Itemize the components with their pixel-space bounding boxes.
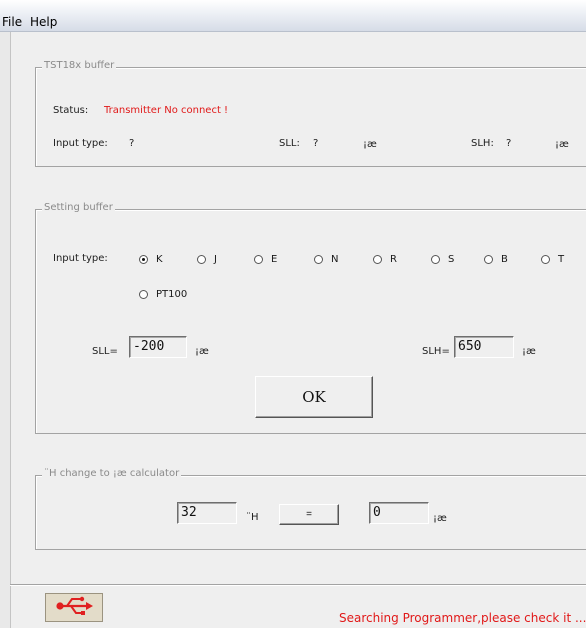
celsius-unit: ¡æ [433, 513, 447, 524]
setting-group-title: Setting buffer [42, 202, 115, 213]
buffer-slh-value: ? [506, 138, 512, 149]
radio-label: N [331, 254, 339, 265]
sll-input[interactable]: -200 [129, 336, 187, 358]
radio-type-e[interactable]: E [254, 254, 277, 265]
buffer-group-title: TST18x buffer [42, 60, 117, 71]
ok-button[interactable]: OK [255, 376, 373, 418]
radio-type-n[interactable]: N [314, 254, 338, 265]
radio-label: S [448, 254, 455, 265]
radio-circle [254, 255, 263, 264]
radio-circle [139, 255, 148, 264]
setting-input-type-label: Input type: [53, 253, 108, 264]
radio-type-t[interactable]: T [541, 254, 564, 265]
radio-label: PT100 [156, 289, 188, 300]
slh-input[interactable]: 650 [454, 336, 514, 358]
radio-label: K [156, 254, 163, 265]
celsius-output: 0 [369, 502, 429, 524]
radio-circle [431, 255, 440, 264]
radio-type-b[interactable]: B [484, 254, 508, 265]
buffer-slh-unit: ¡æ [555, 139, 569, 150]
setting-sll-unit: ¡æ [195, 346, 209, 357]
radio-circle [139, 290, 148, 299]
radio-label: T [558, 254, 565, 265]
radio-circle [197, 255, 206, 264]
radio-type-k[interactable]: K [139, 254, 163, 265]
radio-label: B [501, 254, 508, 265]
convert-button[interactable]: = [279, 504, 339, 525]
status-message: Searching Programmer,please check it ... [339, 611, 586, 625]
buffer-input-type-label: Input type: [53, 138, 108, 149]
buffer-sll-value: ? [313, 138, 319, 149]
radio-label: E [271, 254, 278, 265]
radio-type-j[interactable]: J [197, 254, 217, 265]
buffer-group: TST18x buffer Status: Transmitter No con… [35, 60, 586, 167]
radio-type-r[interactable]: R [373, 254, 397, 265]
usb-icon [54, 596, 94, 619]
calculator-group-title: ¨H change to ¡æ calculator [42, 468, 182, 479]
radio-type-s[interactable]: S [431, 254, 454, 265]
radio-label: J [214, 254, 217, 265]
menu-file[interactable]: File [2, 15, 22, 29]
status-separator [10, 584, 586, 586]
setting-group: Setting buffer Input type: K J E N R S B… [35, 202, 586, 434]
radio-circle [541, 255, 550, 264]
radio-circle [484, 255, 493, 264]
buffer-input-type-value: ? [129, 138, 135, 149]
buffer-sll-label: SLL: [279, 138, 300, 149]
setting-slh-label: SLH= [422, 346, 450, 357]
fahrenheit-unit: ¨H [246, 512, 259, 523]
status-label: Status: [53, 105, 89, 116]
radio-circle [314, 255, 323, 264]
buffer-sll-unit: ¡æ [363, 139, 377, 150]
buffer-slh-label: SLH: [471, 138, 494, 149]
radio-type-pt100[interactable]: PT100 [139, 289, 187, 300]
status-value: Transmitter No connect ! [104, 105, 229, 116]
usb-status-button[interactable] [45, 593, 103, 622]
calculator-group: ¨H change to ¡æ calculator 32 ¨H = 0 ¡æ [35, 468, 586, 550]
setting-slh-unit: ¡æ [522, 346, 536, 357]
radio-label: R [390, 254, 397, 265]
radio-circle [373, 255, 382, 264]
setting-sll-label: SLL= [92, 346, 118, 357]
menu-bar: File Help [0, 0, 586, 32]
fahrenheit-input[interactable]: 32 [177, 502, 237, 524]
menu-help[interactable]: Help [30, 15, 57, 29]
